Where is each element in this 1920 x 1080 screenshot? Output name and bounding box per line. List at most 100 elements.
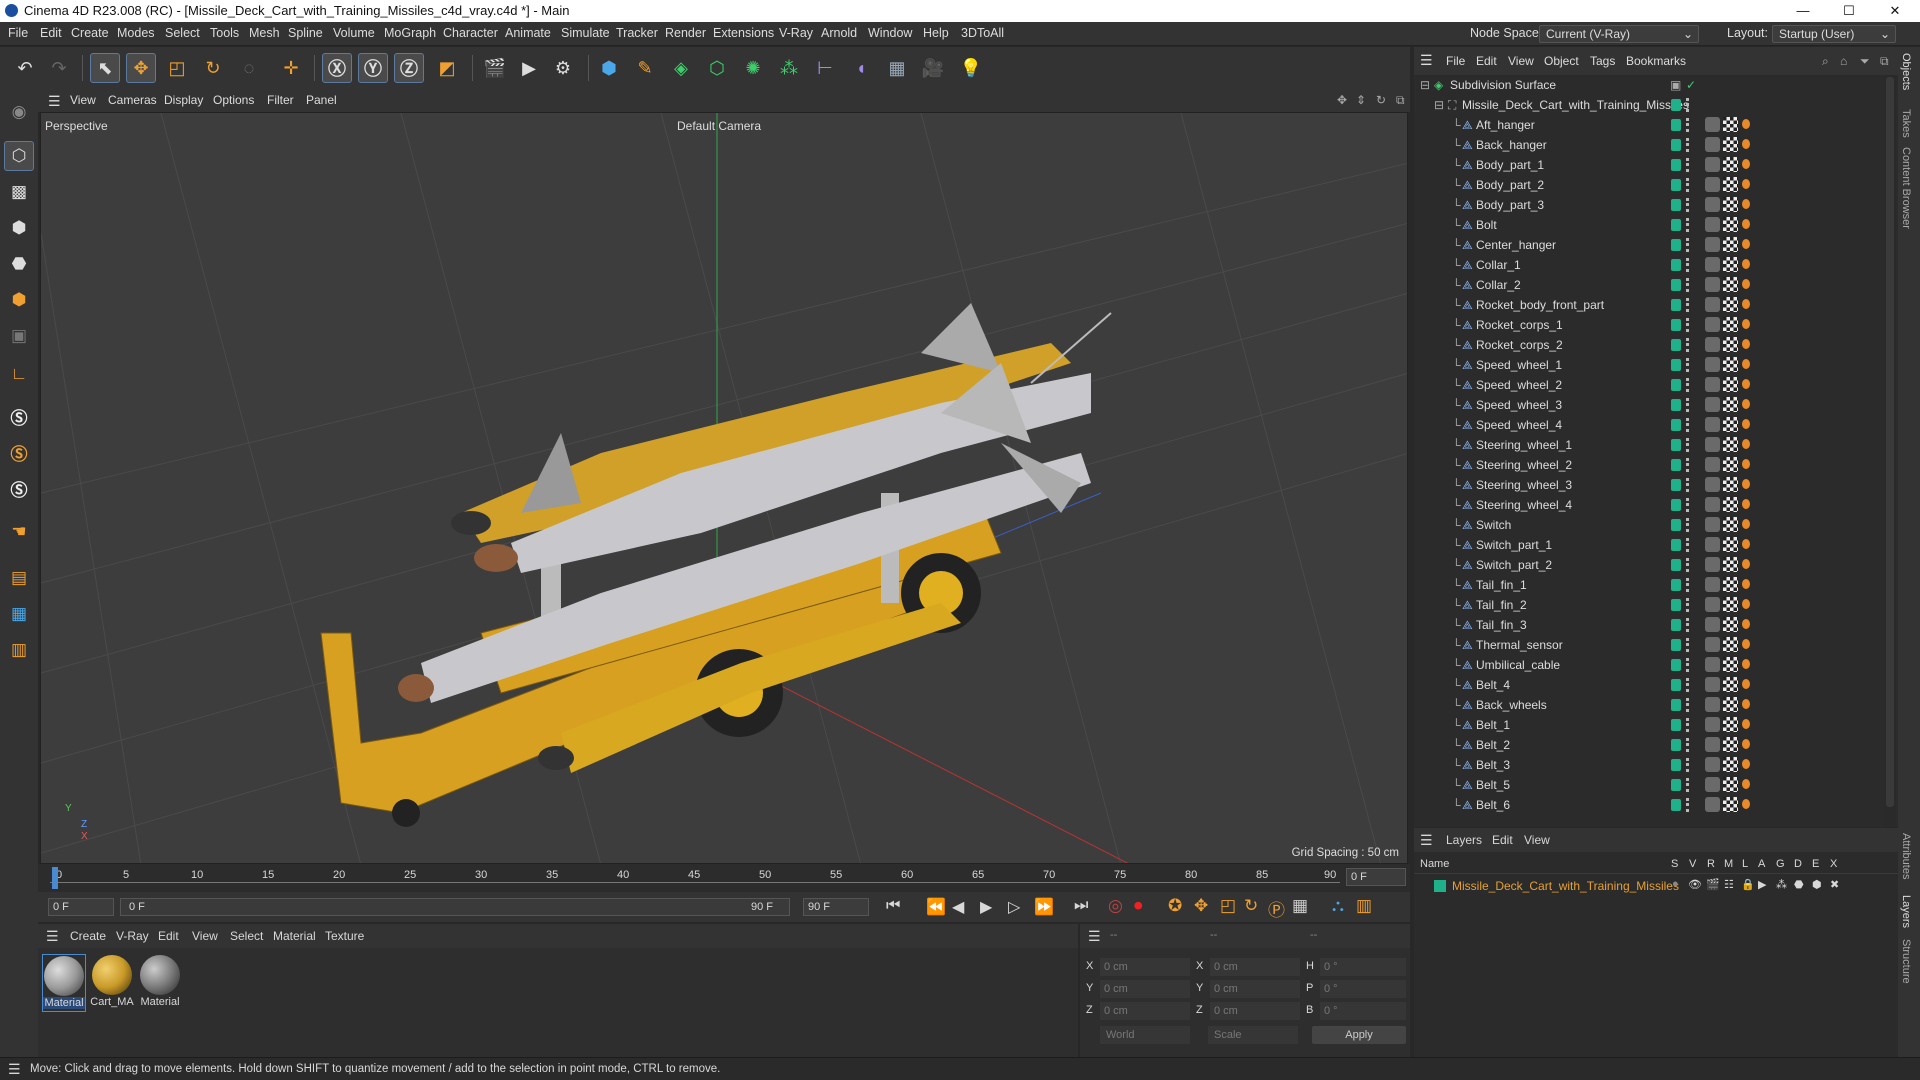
menu-window[interactable]: Window: [868, 26, 912, 40]
generator-toggle-icon[interactable]: ⁂: [1776, 878, 1787, 891]
model-mode-icon[interactable]: ⬡: [4, 141, 34, 171]
visibility-dots[interactable]: [1686, 258, 1689, 272]
visibility-dots[interactable]: [1686, 298, 1689, 312]
uvw-tag-icon[interactable]: [1723, 497, 1738, 512]
visibility-dots[interactable]: [1686, 138, 1689, 152]
layer-color-swatch[interactable]: [1671, 479, 1681, 491]
timeline-window-icon[interactable]: ▥: [1356, 896, 1372, 916]
animation-toggle-icon[interactable]: ▶: [1758, 878, 1766, 891]
menu-modes[interactable]: Modes: [117, 26, 155, 40]
tree-row-item[interactable]: └ ⟁ Rocket_body_front_part: [1414, 295, 1882, 315]
visibility-dots[interactable]: [1686, 698, 1689, 712]
layer-color-swatch[interactable]: [1671, 179, 1681, 191]
material-tag-icon[interactable]: [1705, 337, 1720, 352]
frame-range-slider[interactable]: 0 F 90 F: [120, 898, 790, 916]
uvw-tag-icon[interactable]: [1723, 277, 1738, 292]
menu-volume[interactable]: Volume: [333, 26, 375, 40]
redo-icon[interactable]: ↷: [44, 53, 74, 83]
selection-tag-icon[interactable]: [1742, 479, 1750, 489]
uvw-tag-icon[interactable]: [1723, 157, 1738, 172]
floor-environment-icon[interactable]: ▦: [882, 53, 912, 83]
tab-objects[interactable]: Objects: [1900, 53, 1912, 90]
tree-row-item[interactable]: └ ⟁ Body_part_1: [1414, 155, 1882, 175]
uvw-tag-icon[interactable]: [1723, 257, 1738, 272]
object-menu-object[interactable]: Object: [1544, 54, 1579, 68]
material-tag-icon[interactable]: [1705, 377, 1720, 392]
material-tag-icon[interactable]: [1705, 777, 1720, 792]
snap-icon[interactable]: Ⓢ: [4, 401, 34, 431]
selection-tag-icon[interactable]: [1742, 139, 1750, 149]
tree-row-group[interactable]: ⊟ ⛶ Missile_Deck_Cart_with_Training_Miss…: [1414, 95, 1882, 115]
current-frame-field[interactable]: 0 F: [1346, 868, 1406, 886]
tree-row-item[interactable]: └ ⟁ Steering_wheel_3: [1414, 475, 1882, 495]
layer-color-swatch[interactable]: [1671, 359, 1681, 371]
grid-workplane-icon[interactable]: ▦: [4, 599, 34, 629]
layer-color-swatch[interactable]: [1671, 339, 1681, 351]
tree-row-item[interactable]: └ ⟁ Rocket_corps_1: [1414, 315, 1882, 335]
tree-row-item[interactable]: └ ⟁ Belt_2: [1414, 735, 1882, 755]
selection-tag-icon[interactable]: [1742, 799, 1750, 809]
close-button[interactable]: ✕: [1872, 0, 1918, 22]
eye-icon[interactable]: 👁: [1688, 878, 1702, 891]
deformer-toggle-icon[interactable]: ⬣: [1794, 878, 1804, 891]
visibility-dots[interactable]: [1686, 718, 1689, 732]
tree-row-item[interactable]: └ ⟁ Switch_part_1: [1414, 535, 1882, 555]
layer-color-swatch[interactable]: [1434, 880, 1446, 892]
visibility-dots[interactable]: [1686, 558, 1689, 572]
uvw-tag-icon[interactable]: [1723, 697, 1738, 712]
material-menu-create[interactable]: Create: [70, 929, 106, 943]
uvw-tag-icon[interactable]: [1723, 297, 1738, 312]
layer-menu-view[interactable]: View: [1524, 833, 1550, 847]
polygons-mode-icon[interactable]: ⬢: [4, 285, 34, 315]
material-tag-icon[interactable]: [1705, 317, 1720, 332]
material-tag-icon[interactable]: [1705, 597, 1720, 612]
uvw-tag-icon[interactable]: [1723, 397, 1738, 412]
solo-toggle-icon[interactable]: ●: [1672, 878, 1679, 890]
visibility-dots[interactable]: [1686, 218, 1689, 232]
selection-tag-icon[interactable]: [1742, 159, 1750, 169]
material-tag-icon[interactable]: [1705, 637, 1720, 652]
material-tag-icon[interactable]: [1705, 537, 1720, 552]
layer-color-swatch[interactable]: [1671, 259, 1681, 271]
position-x-field[interactable]: 0 cm: [1100, 958, 1190, 976]
selection-tag-icon[interactable]: [1742, 419, 1750, 429]
object-menu-bookmarks[interactable]: Bookmarks: [1626, 54, 1686, 68]
coordinate-system-icon[interactable]: ◩: [432, 53, 462, 83]
render-view-icon[interactable]: 🎬: [480, 53, 510, 83]
viewport-menu-display[interactable]: Display: [164, 93, 203, 107]
subdivision-generator-icon[interactable]: ◈: [666, 53, 696, 83]
menu-file[interactable]: File: [8, 26, 28, 40]
extrude-generator-icon[interactable]: ⬡: [702, 53, 732, 83]
selection-tag-icon[interactable]: [1742, 779, 1750, 789]
visibility-dots[interactable]: [1686, 478, 1689, 492]
edges-mode-icon[interactable]: ⬣: [4, 249, 34, 279]
visibility-dots[interactable]: [1686, 358, 1689, 372]
selection-tag-icon[interactable]: [1742, 659, 1750, 669]
key-scale-icon[interactable]: ◰: [1220, 896, 1236, 916]
undo-icon[interactable]: ↶: [10, 53, 40, 83]
visibility-dots[interactable]: [1686, 638, 1689, 652]
uvw-tag-icon[interactable]: [1723, 637, 1738, 652]
timeline-ruler[interactable]: 0 5 10 15 20 25 30 35 40 45 50 55 60 65 …: [38, 864, 1410, 892]
selection-tag-icon[interactable]: [1742, 299, 1750, 309]
size-mode-dropdown[interactable]: Scale: [1208, 1026, 1298, 1044]
material-tag-icon[interactable]: [1705, 217, 1720, 232]
menu-edit[interactable]: Edit: [40, 26, 62, 40]
menu-arnold[interactable]: Arnold: [821, 26, 857, 40]
search-icon[interactable]: ⌕: [1822, 54, 1829, 69]
node-space-dropdown[interactable]: Current (V-Ray) ⌄: [1539, 25, 1699, 43]
size-x-field[interactable]: 0 cm: [1210, 958, 1300, 976]
visibility-dots[interactable]: [1686, 278, 1689, 292]
hamburger-icon[interactable]: ☰: [8, 1061, 21, 1078]
visibility-dots[interactable]: [1686, 378, 1689, 392]
tree-row-item[interactable]: └ ⟁ Back_hanger: [1414, 135, 1882, 155]
hamburger-icon[interactable]: ☰: [1420, 832, 1433, 849]
next-frame-icon[interactable]: ▷: [1008, 897, 1020, 917]
layer-color-swatch[interactable]: [1671, 99, 1681, 111]
snap-settings-icon[interactable]: Ⓢ: [4, 437, 34, 467]
visibility-dots[interactable]: [1686, 158, 1689, 172]
uvw-tag-icon[interactable]: [1723, 777, 1738, 792]
layout-dropdown[interactable]: Startup (User) ⌄: [1772, 25, 1896, 43]
recent-tool-icon[interactable]: ◌: [234, 53, 264, 83]
material-tag-icon[interactable]: [1705, 737, 1720, 752]
